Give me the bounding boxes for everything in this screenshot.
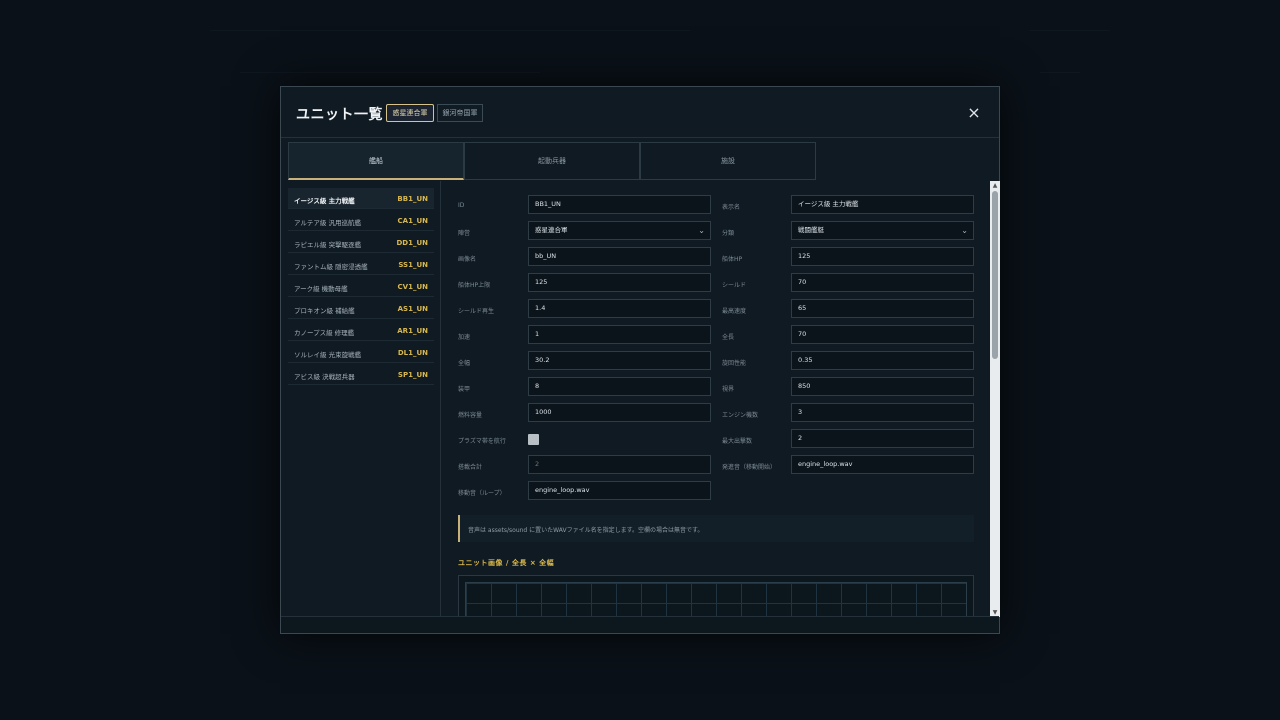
unit-image-preview bbox=[458, 575, 974, 617]
faction-button-federation[interactable]: 惑星連合軍 bbox=[386, 104, 434, 122]
unit-list-item[interactable]: ソルレイ級 光束旋戦艦 DL1_UN bbox=[288, 342, 434, 363]
image-name-field[interactable]: bb_UN bbox=[528, 247, 711, 266]
category-select-value: 戦闘艦艇 bbox=[798, 226, 824, 234]
unit-list-item[interactable]: アビス級 決戦超兵器 SP1_UN bbox=[288, 364, 434, 385]
width-label: 全幅 bbox=[458, 360, 471, 367]
max-sortie-label: 最大出撃数 bbox=[722, 438, 753, 445]
unit-name: プロキオン級 補給艦 bbox=[294, 307, 355, 315]
image-grid bbox=[465, 582, 967, 617]
max-sortie-field[interactable]: 2 bbox=[791, 429, 974, 448]
length-field[interactable]: 70 bbox=[791, 325, 974, 344]
unit-list-item[interactable]: ファントム級 隠密浸透艦 SS1_UN bbox=[288, 254, 434, 275]
unit-name: ソルレイ級 光束旋戦艦 bbox=[294, 351, 362, 359]
unit-name: ラピエル級 突撃駆逐艦 bbox=[294, 241, 362, 249]
unit-list-item[interactable]: ラピエル級 突撃駆逐艦 DD1_UN bbox=[288, 232, 434, 253]
armor-field[interactable]: 8 bbox=[528, 377, 711, 396]
close-icon[interactable]: × bbox=[967, 105, 981, 121]
start-sound-field[interactable]: engine_loop.wav bbox=[791, 455, 974, 474]
unit-id: CA1_UN bbox=[397, 217, 428, 225]
engine-count-label: エンジン機数 bbox=[722, 412, 759, 419]
faction-label: 陣営 bbox=[458, 230, 471, 237]
unit-name: アビス級 決戦超兵器 bbox=[294, 373, 355, 381]
unit-id: SS1_UN bbox=[398, 261, 428, 269]
unit-name: ファントム級 隠密浸透艦 bbox=[294, 263, 368, 271]
scroll-thumb[interactable] bbox=[992, 191, 998, 359]
armor-label: 装甲 bbox=[458, 386, 471, 393]
unit-name: アルテア級 汎用巡航艦 bbox=[294, 219, 362, 227]
hull-hp-field[interactable]: 125 bbox=[791, 247, 974, 266]
unit-id: SP1_UN bbox=[397, 371, 428, 379]
max-speed-field[interactable]: 65 bbox=[791, 299, 974, 318]
shield-regen-label: シールド再生 bbox=[458, 308, 495, 315]
hull-hp-label: 船体HP bbox=[722, 256, 743, 263]
modal-title: ユニット一覧 bbox=[296, 107, 383, 123]
faction-select[interactable]: 惑星連合軍 ⌄ bbox=[528, 221, 711, 240]
shield-regen-field[interactable]: 1.4 bbox=[528, 299, 711, 318]
chevron-down-icon: ⌄ bbox=[961, 226, 968, 235]
unit-id: CV1_UN bbox=[397, 283, 428, 291]
unit-id: DD1_UN bbox=[396, 239, 428, 247]
chevron-down-icon: ⌄ bbox=[698, 226, 705, 235]
unit-id: AS1_UN bbox=[397, 305, 428, 313]
turn-speed-label: 旋回性能 bbox=[722, 360, 747, 367]
max-speed-label: 最高速度 bbox=[722, 308, 747, 315]
total-mount-field: 2 bbox=[528, 455, 711, 474]
fuel-field[interactable]: 1000 bbox=[528, 403, 711, 422]
sight-field[interactable]: 850 bbox=[791, 377, 974, 396]
display-name-field[interactable]: イージス級 主力戦艦 bbox=[791, 195, 974, 214]
tab-ships[interactable]: 艦船 bbox=[288, 142, 464, 180]
total-mount-label: 搭載合計 bbox=[458, 464, 483, 471]
unit-detail-form: ID BB1_UN 表示名 イージス級 主力戦艦 陣営 惑星連合軍 ⌄ 分類 戦… bbox=[442, 181, 990, 617]
plasma-label: プラズマ帯を航行 bbox=[458, 438, 506, 445]
image-name-label: 画像名 bbox=[458, 256, 477, 263]
faction-button-empire[interactable]: 銀河帝国軍 bbox=[437, 104, 483, 122]
unit-name: アーク級 機動母艦 bbox=[294, 285, 348, 293]
width-field[interactable]: 30.2 bbox=[528, 351, 711, 370]
unit-list-item[interactable]: アルテア級 汎用巡航艦 CA1_UN bbox=[288, 210, 434, 231]
shield-label: シールド bbox=[722, 282, 747, 289]
hull-hp-max-label: 船体HP上限 bbox=[458, 282, 491, 289]
image-section-title: ユニット画像 / 全長 × 全幅 bbox=[458, 559, 555, 567]
category-label: 分類 bbox=[722, 230, 735, 237]
modal-header: ユニット一覧 惑星連合軍 銀河帝国軍 × bbox=[281, 87, 999, 138]
unit-id: DL1_UN bbox=[397, 349, 428, 357]
start-sound-label: 発進音（移動開始） bbox=[722, 464, 777, 471]
unit-name: イージス級 主力戦艦 bbox=[294, 197, 355, 205]
unit-list-modal: ユニット一覧 惑星連合軍 銀河帝国軍 × 艦船 起動兵器 施設 イージス級 主力… bbox=[280, 86, 1000, 634]
sight-label: 視界 bbox=[722, 386, 735, 393]
shield-field[interactable]: 70 bbox=[791, 273, 974, 292]
turn-speed-field[interactable]: 0.35 bbox=[791, 351, 974, 370]
accel-label: 加速 bbox=[458, 334, 471, 341]
length-label: 全長 bbox=[722, 334, 735, 341]
hull-hp-max-field[interactable]: 125 bbox=[528, 273, 711, 292]
unit-list-item[interactable]: カノープス級 修理艦 AR1_UN bbox=[288, 320, 434, 341]
unit-list: イージス級 主力戦艦 BB1_UN アルテア級 汎用巡航艦 CA1_UN ラピエ… bbox=[281, 181, 441, 617]
scroll-up-icon[interactable]: ▲ bbox=[990, 181, 1000, 190]
unit-list-item[interactable]: プロキオン級 補給艦 AS1_UN bbox=[288, 298, 434, 319]
unit-name: カノープス級 修理艦 bbox=[294, 329, 355, 337]
scrollbar[interactable]: ▲ ▼ bbox=[990, 181, 1000, 617]
plasma-checkbox[interactable] bbox=[528, 434, 539, 445]
engine-count-field[interactable]: 3 bbox=[791, 403, 974, 422]
unit-list-item[interactable]: アーク級 機動母艦 CV1_UN bbox=[288, 276, 434, 297]
fuel-label: 燃料容量 bbox=[458, 412, 483, 419]
loop-sound-field[interactable]: engine_loop.wav bbox=[528, 481, 711, 500]
unit-id: BB1_UN bbox=[397, 195, 428, 203]
tab-facilities[interactable]: 施設 bbox=[640, 142, 816, 180]
id-label: ID bbox=[458, 202, 465, 209]
faction-select-value: 惑星連合軍 bbox=[535, 226, 568, 234]
modal-footer bbox=[281, 616, 999, 633]
display-name-label: 表示名 bbox=[722, 204, 741, 211]
loop-sound-label: 移動音（ループ） bbox=[458, 490, 506, 497]
sound-note: 音声は assets/sound に置いたWAVファイル名を指定します。空欄の場… bbox=[458, 515, 974, 542]
unit-list-item[interactable]: イージス級 主力戦艦 BB1_UN bbox=[288, 188, 434, 209]
accel-field[interactable]: 1 bbox=[528, 325, 711, 344]
tab-mobile-weapons[interactable]: 起動兵器 bbox=[464, 142, 640, 180]
sound-note-text: 音声は assets/sound に置いたWAVファイル名を指定します。空欄の場… bbox=[468, 527, 704, 534]
category-select[interactable]: 戦闘艦艇 ⌄ bbox=[791, 221, 974, 240]
unit-id: AR1_UN bbox=[397, 327, 428, 335]
id-field[interactable]: BB1_UN bbox=[528, 195, 711, 214]
